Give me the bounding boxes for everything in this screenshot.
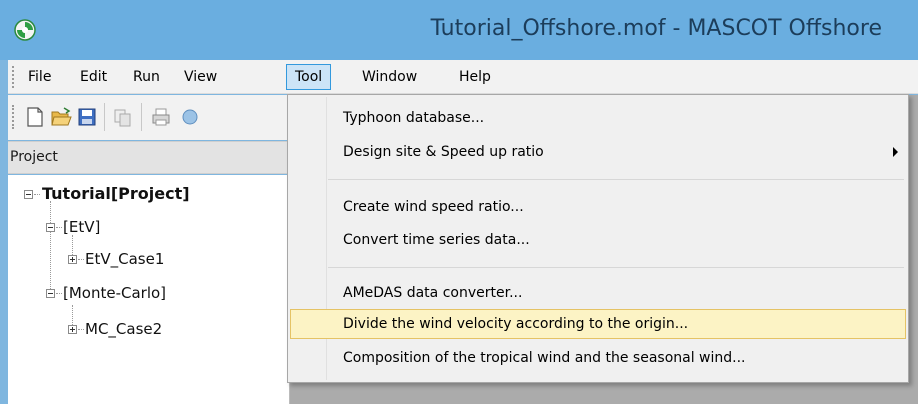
tree-connector [56, 227, 62, 228]
tool-menu-dropdown: Typhoon database... Design site & Speed … [287, 94, 909, 383]
tree-item-etv-case1[interactable]: EtV_Case1 [85, 248, 164, 270]
tree-connector [72, 235, 73, 255]
copy-icon[interactable] [112, 105, 134, 129]
project-tree: Tutorial[Project] [EtV] EtV_Case1 [Monte… [8, 175, 290, 404]
app-window: Tutorial_Offshore.mof - MASCOT Offshore … [0, 0, 918, 404]
tree-connector [78, 259, 84, 260]
tree-expand-toggle[interactable] [68, 325, 77, 334]
tree-collapse-toggle[interactable] [24, 190, 33, 199]
menu-item-divide-wind-velocity[interactable]: Divide the wind velocity according to th… [290, 309, 906, 339]
save-icon[interactable] [76, 105, 98, 129]
tree-connector [50, 201, 51, 295]
menu-item-design-site-label: Design site & Speed up ratio [343, 144, 544, 160]
tree-collapse-toggle[interactable] [46, 223, 55, 232]
tree-item-monte-carlo[interactable]: [Monte-Carlo] [63, 282, 166, 304]
tree-collapse-toggle[interactable] [46, 289, 55, 298]
new-file-icon[interactable] [24, 105, 46, 129]
tree-connector [72, 305, 73, 325]
menu-separator [328, 267, 904, 268]
menu-window[interactable]: Window [354, 64, 425, 90]
menu-help[interactable]: Help [451, 64, 499, 90]
menu-view[interactable]: View [176, 64, 225, 90]
menubar-grip[interactable] [12, 66, 15, 88]
menu-item-typhoon-database[interactable]: Typhoon database... [290, 103, 906, 133]
tree-connector [34, 194, 40, 195]
toolbar-separator [104, 103, 105, 131]
tree-expand-toggle[interactable] [68, 255, 77, 264]
tree-item-etv[interactable]: [EtV] [63, 216, 100, 238]
tree-item-mc-case2[interactable]: MC_Case2 [85, 318, 162, 340]
toolbar-grip[interactable] [12, 105, 15, 129]
menu-file[interactable]: File [20, 64, 59, 90]
window-title: Tutorial_Offshore.mof - MASCOT Offshore [430, 16, 882, 41]
menu-item-create-wind-speed-ratio[interactable]: Create wind speed ratio... [290, 192, 906, 222]
open-folder-icon[interactable] [50, 105, 72, 129]
tree-item-project-root[interactable]: Tutorial[Project] [42, 183, 190, 205]
menu-item-amedas-converter[interactable]: AMeDAS data converter... [290, 278, 906, 308]
tree-connector [56, 293, 62, 294]
print-icon[interactable] [150, 105, 172, 129]
title-bar: Tutorial_Offshore.mof - MASCOT Offshore [0, 0, 918, 60]
toolbar-separator [141, 103, 142, 131]
menu-tool[interactable]: Tool [286, 64, 332, 90]
project-panel-title: Project [10, 149, 58, 165]
menu-item-composition-tropical-seasonal[interactable]: Composition of the tropical wind and the… [290, 343, 906, 373]
project-panel-header: Project [8, 141, 290, 174]
menu-separator [328, 179, 904, 180]
menu-run[interactable]: Run [125, 64, 168, 90]
submenu-arrow-icon [893, 147, 898, 157]
menu-bar: File Edit Run View Tool Window Help [8, 60, 918, 94]
toolbar [8, 95, 290, 140]
menu-edit[interactable]: Edit [72, 64, 115, 90]
globe-icon[interactable] [176, 105, 198, 129]
menu-item-design-site[interactable]: Design site & Speed up ratio [290, 137, 906, 167]
tree-connector [78, 329, 84, 330]
menu-item-convert-time-series[interactable]: Convert time series data... [290, 225, 906, 255]
